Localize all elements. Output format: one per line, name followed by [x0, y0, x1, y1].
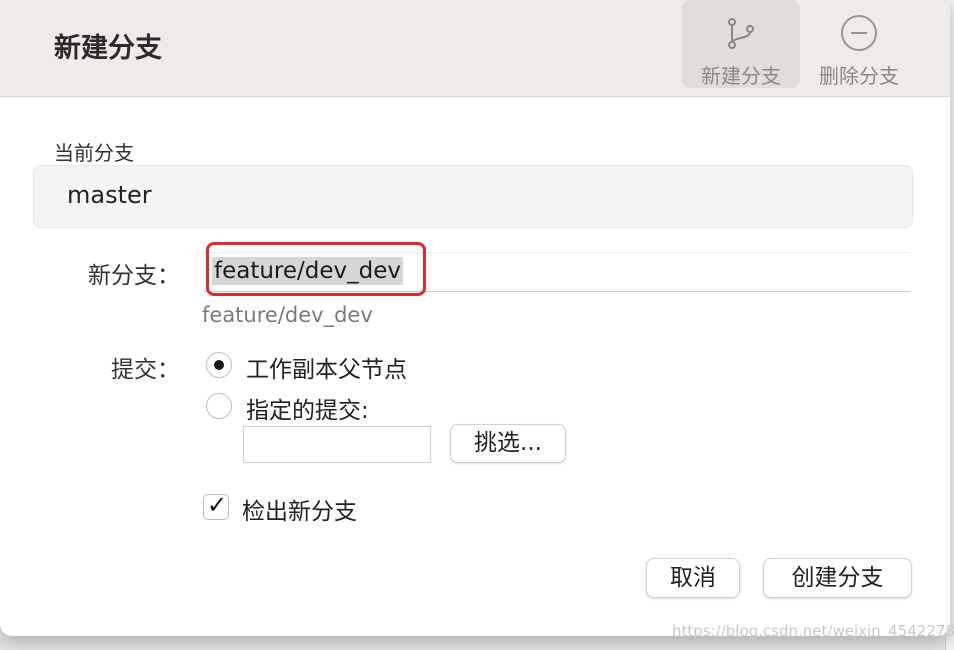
watermark-text: https://blog.csdn.net/weixin_45422787 — [672, 622, 954, 640]
commit-label: 提交： — [111, 357, 180, 383]
current-branch-field: master — [33, 165, 913, 228]
radio-working-copy-parent-label: 工作副本父节点 — [246, 357, 407, 383]
checkmark-icon: ✓ — [207, 491, 228, 519]
current-branch-value: master — [67, 181, 152, 209]
new-branch-hint: feature/dev_dev — [202, 303, 373, 327]
new-branch-dialog: 新建分支 新建分支 删除分支 当前分支 master 新分支： feature/… — [0, 0, 950, 636]
current-branch-label: 当前分支 — [54, 141, 134, 165]
specified-commit-input[interactable] — [243, 426, 431, 463]
toolbar-new-branch-label: 新建分支 — [701, 64, 781, 88]
cancel-button[interactable]: 取消 — [646, 558, 740, 598]
radio-specified-commit[interactable] — [206, 393, 232, 419]
toolbar-delete-branch-button[interactable]: 删除分支 — [800, 0, 918, 88]
branch-icon — [728, 18, 754, 49]
toolbar-delete-branch-label: 删除分支 — [819, 64, 899, 88]
annotation-highlight-box — [206, 242, 426, 296]
checkout-new-branch-label: 检出新分支 — [242, 499, 357, 525]
minus-circle-icon — [841, 15, 877, 51]
checkout-new-branch-checkbox[interactable]: ✓ — [203, 491, 229, 520]
radio-specified-commit-label: 指定的提交: — [246, 398, 369, 424]
toolbar-new-branch-button[interactable]: 新建分支 — [682, 0, 800, 88]
create-branch-button[interactable]: 创建分支 — [763, 558, 912, 598]
dialog-titlebar: 新建分支 新建分支 删除分支 — [0, 0, 950, 97]
dialog-title: 新建分支 — [54, 33, 162, 64]
pick-commit-button[interactable]: 挑选... — [450, 424, 566, 463]
new-branch-label: 新分支： — [88, 263, 180, 289]
radio-working-copy-parent[interactable] — [206, 352, 232, 378]
